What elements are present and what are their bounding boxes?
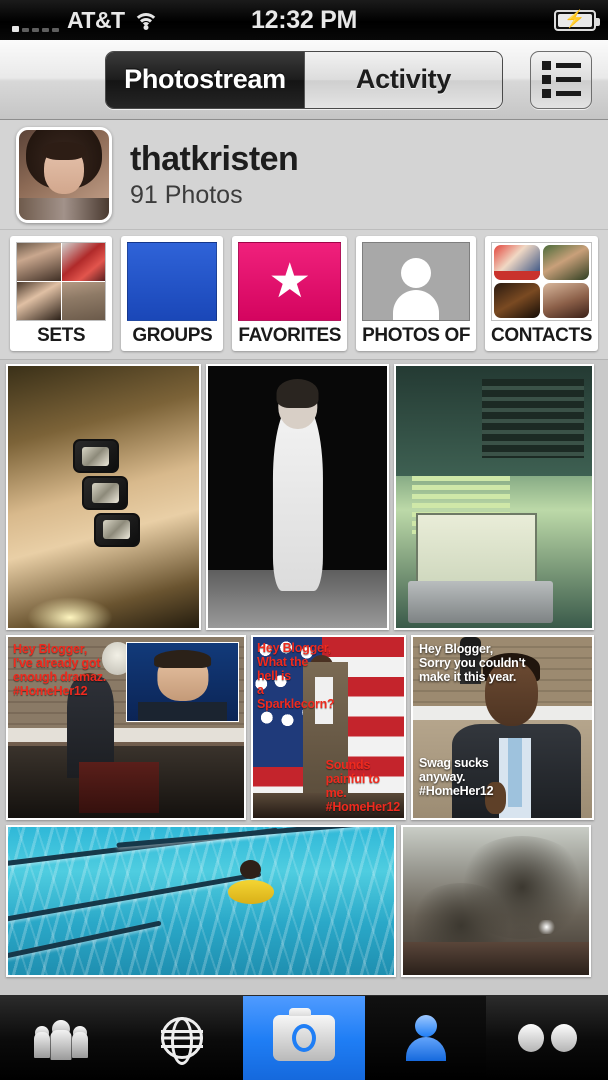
category-card-photos-of[interactable]: PHOTOS OF xyxy=(356,236,477,351)
photo-thumbnail[interactable]: Hey Blogger, I've already got enough dra… xyxy=(6,635,246,820)
photo-row xyxy=(6,364,602,630)
category-card-groups[interactable]: GROUPS xyxy=(121,236,224,351)
list-view-button[interactable] xyxy=(530,50,592,109)
person-profile-icon xyxy=(405,1015,446,1061)
globe-explore-icon xyxy=(161,1017,204,1059)
category-card-favorites[interactable]: ★ FAVORITES xyxy=(232,236,348,351)
tab-bar-item-more[interactable] xyxy=(486,996,608,1080)
photo-caption: Hey Blogger, I've already got enough dra… xyxy=(13,642,107,698)
app-screen: AT&T 12:32 PM ⚡ Photostream Activity tha… xyxy=(0,0,608,1080)
sets-collage-icon xyxy=(16,242,107,321)
contacts-collage-icon xyxy=(491,242,592,321)
photo-inset xyxy=(126,642,240,723)
photo-row: Hey Blogger, I've already got enough dra… xyxy=(6,635,602,820)
photo-caption: Hey Blogger, What the hell is a Sparklec… xyxy=(257,641,335,711)
tab-bar-item-profile[interactable] xyxy=(364,996,487,1080)
nav-bar: Photostream Activity xyxy=(0,40,608,120)
photo-thumbnail[interactable] xyxy=(6,825,396,977)
category-label-contacts: CONTACTS xyxy=(491,325,592,346)
tab-photostream[interactable]: Photostream xyxy=(106,51,304,108)
camera-icon xyxy=(272,1008,335,1061)
category-label-sets: SETS xyxy=(37,325,86,346)
photo-thumbnail[interactable]: Hey Blogger, What the hell is a Sparklec… xyxy=(251,635,406,820)
photo-thumbnail[interactable] xyxy=(6,364,201,630)
photo-thumbnail[interactable] xyxy=(206,364,389,630)
person-icon xyxy=(393,258,440,320)
profile-text: thatkristen 91 Photos xyxy=(130,139,299,210)
photo-thumbnail[interactable] xyxy=(401,825,591,977)
list-view-icon xyxy=(541,61,581,98)
avatar[interactable] xyxy=(16,126,112,223)
photos-of-thumb xyxy=(362,242,471,321)
segmented-control[interactable]: Photostream Activity xyxy=(105,50,503,109)
photo-caption: Hey Blogger, Sorry you couldn't make it … xyxy=(419,642,526,684)
contacts-group-icon xyxy=(31,1016,91,1060)
favorites-thumb: ★ xyxy=(238,242,342,321)
category-label-favorites: FAVORITES xyxy=(238,325,342,346)
photo-count-label: 91 Photos xyxy=(130,180,243,209)
photo-row xyxy=(6,825,602,977)
groups-thumb xyxy=(127,242,218,321)
star-icon: ★ xyxy=(268,254,312,308)
tab-bar-item-camera[interactable] xyxy=(243,996,365,1080)
category-label-photos-of: PHOTOS OF xyxy=(362,325,471,346)
tab-activity[interactable]: Activity xyxy=(304,51,502,108)
flickr-dots-icon xyxy=(517,1024,577,1052)
photo-caption: Swag sucks anyway. #HomeHer12 xyxy=(419,756,494,798)
photo-grid: Hey Blogger, I've already got enough dra… xyxy=(0,360,608,986)
profile-header[interactable]: thatkristen 91 Photos xyxy=(0,120,608,230)
photo-thumbnail[interactable] xyxy=(394,364,594,630)
category-card-sets[interactable]: SETS xyxy=(10,236,113,351)
tab-bar-item-explore[interactable] xyxy=(121,996,244,1080)
tab-bar xyxy=(0,995,608,1080)
people-icon xyxy=(139,263,205,301)
status-bar-clock: 12:32 PM xyxy=(251,5,357,34)
username-label: thatkristen xyxy=(130,139,299,178)
category-label-groups: GROUPS xyxy=(132,325,213,346)
battery-charging-icon: ⚡ xyxy=(554,9,600,31)
category-card-contacts[interactable]: CONTACTS xyxy=(485,236,598,351)
status-bar: AT&T 12:32 PM ⚡ xyxy=(0,0,608,40)
tab-bar-item-contacts[interactable] xyxy=(0,996,122,1080)
category-cards: SETS GROUPS ★ FAVORITES PHOTOS OF CONTAC… xyxy=(0,230,608,360)
photo-caption: Sounds painful to me. #HomeHer12 xyxy=(325,758,401,814)
photo-thumbnail[interactable]: Hey Blogger, Sorry you couldn't make it … xyxy=(411,635,594,820)
